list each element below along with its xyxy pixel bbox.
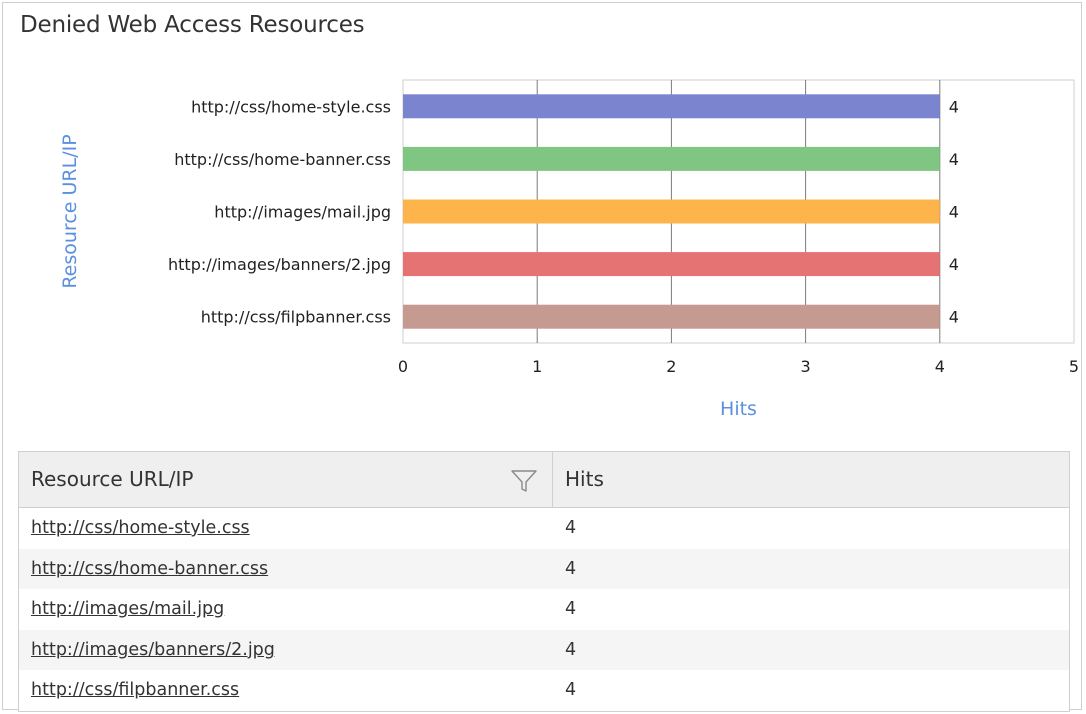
bar bbox=[403, 252, 940, 277]
table-body: http://css/home-style.css 4 http://css/h… bbox=[19, 508, 1069, 711]
y-axis-title: Resource URL/IP bbox=[59, 134, 81, 288]
table-row: http://css/home-banner.css 4 bbox=[19, 548, 1069, 590]
resource-link[interactable]: http://images/banners/2.jpg bbox=[31, 630, 275, 670]
table-row: http://css/filpbanner.css 4 bbox=[19, 670, 1069, 711]
bar bbox=[403, 94, 940, 119]
data-label: 4 bbox=[949, 150, 959, 169]
hits-cell: 4 bbox=[565, 599, 577, 620]
x-tick-label: 2 bbox=[666, 357, 676, 376]
x-tick-label: 5 bbox=[1069, 357, 1079, 376]
category-label: http://images/banners/2.jpg bbox=[168, 255, 391, 274]
bar bbox=[403, 199, 940, 224]
hits-cell: 4 bbox=[565, 680, 577, 701]
x-axis-title: Hits bbox=[720, 398, 757, 420]
resource-link[interactable]: http://css/home-style.css bbox=[31, 508, 250, 548]
category-label: http://css/filpbanner.css bbox=[201, 308, 391, 327]
hits-cell: 4 bbox=[565, 518, 577, 538]
table-header: Resource URL/IP Hits bbox=[19, 452, 1069, 508]
resource-link[interactable]: http://css/home-banner.css bbox=[31, 549, 268, 589]
bar bbox=[403, 304, 940, 329]
category-label: http://css/home-banner.css bbox=[174, 150, 391, 169]
hits-cell: 4 bbox=[565, 639, 577, 660]
data-label: 4 bbox=[949, 308, 959, 327]
bar bbox=[403, 146, 940, 171]
denied-resources-bar-chart: 0 1 2 3 4 5 http://css/home-style.css 4 http://c… bbox=[59, 79, 1079, 420]
resource-link[interactable]: http://css/filpbanner.css bbox=[31, 670, 239, 710]
category-label: http://images/mail.jpg bbox=[214, 203, 391, 222]
filter-icon[interactable] bbox=[509, 468, 539, 494]
data-label: 4 bbox=[949, 203, 959, 222]
table-row: http://css/home-style.css 4 bbox=[19, 508, 1069, 549]
table-row: http://images/mail.jpg 4 bbox=[19, 589, 1069, 630]
column-divider[interactable] bbox=[552, 452, 553, 508]
x-tick-label: 0 bbox=[398, 357, 408, 376]
column-header-hits[interactable]: Hits bbox=[565, 452, 604, 508]
data-label: 4 bbox=[949, 255, 959, 274]
column-header-resource[interactable]: Resource URL/IP bbox=[31, 452, 193, 508]
data-label: 4 bbox=[949, 97, 959, 116]
x-tick-label: 1 bbox=[532, 357, 542, 376]
category-label: http://css/home-style.css bbox=[191, 97, 391, 116]
resource-link[interactable]: http://images/mail.jpg bbox=[31, 589, 224, 629]
resources-table: Resource URL/IP Hits http://css/home-sty… bbox=[18, 451, 1070, 712]
x-tick-label: 3 bbox=[801, 357, 811, 376]
hits-cell: 4 bbox=[565, 558, 577, 579]
table-row: http://images/banners/2.jpg 4 bbox=[19, 629, 1069, 671]
x-tick-label: 4 bbox=[935, 357, 945, 376]
